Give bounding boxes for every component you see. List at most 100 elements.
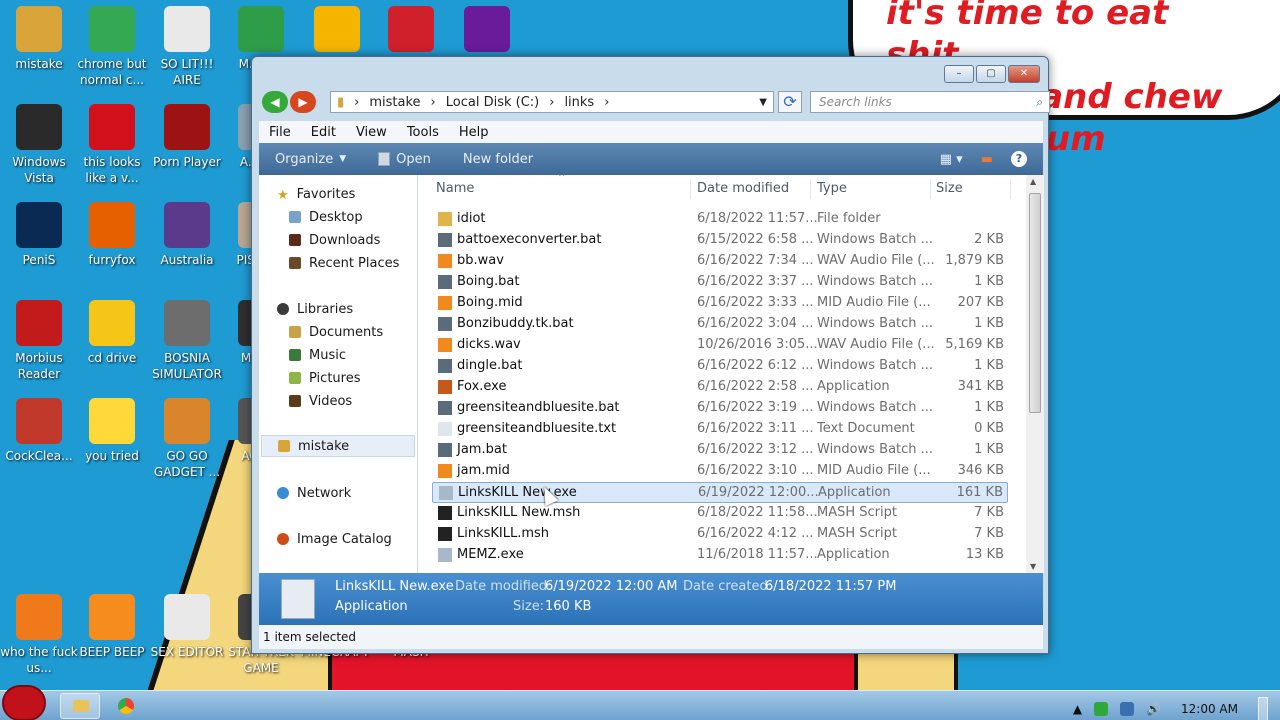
menu-view[interactable]: View	[346, 125, 397, 140]
column-separator[interactable]	[690, 179, 691, 199]
nav-downloads[interactable]: Downloads	[289, 229, 417, 251]
desktop-icon-25[interactable]: SEX EDITOR	[148, 594, 226, 660]
folder-icon: ▮	[337, 94, 345, 110]
desktop-icon-4[interactable]	[298, 6, 376, 56]
menu-file[interactable]: File	[259, 125, 301, 140]
scroll-down-icon[interactable]: ▼	[1030, 562, 1036, 571]
file-row[interactable]: Jam.bat 6/16/2022 3:12 ... Windows Batch .…	[432, 440, 1008, 461]
nav-music[interactable]: Music	[289, 344, 417, 366]
desktop-icon-20[interactable]: you tried	[73, 398, 151, 464]
address-bar[interactable]: ▮ › mistake › Local Disk (C:) › links › …	[330, 91, 774, 113]
taskbar-explorer[interactable]	[60, 693, 100, 719]
organize-button[interactable]: Organize ▼	[259, 152, 362, 167]
column-type[interactable]: Type	[817, 181, 847, 196]
minimize-button[interactable]: –	[944, 65, 974, 83]
file-row[interactable]: jam.mid 6/16/2022 3:10 ... MID Audio File …	[432, 461, 1008, 482]
file-name: MEMZ.exe	[457, 547, 524, 562]
tray-arrow-icon[interactable]: ▲	[1073, 702, 1082, 716]
command-bar-right: ▦ ▾ ▬ ?	[940, 151, 1043, 167]
search-icon[interactable]: ⌕	[1036, 95, 1043, 110]
desktop-icon-15[interactable]: Morbius Reader	[0, 300, 78, 382]
scroll-up-icon[interactable]: ▲	[1030, 177, 1036, 186]
file-row[interactable]: battoexeconverter.bat 6/15/2022 6:58 ... W…	[432, 230, 1008, 251]
menu-edit[interactable]: Edit	[301, 125, 346, 140]
nav-network[interactable]: Network	[277, 482, 417, 504]
address-dropdown-icon[interactable]: ▼	[759, 97, 767, 108]
menu-help[interactable]: Help	[449, 125, 499, 140]
new-folder-button[interactable]: New folder	[447, 152, 549, 167]
clock[interactable]: 12:00 AM	[1173, 702, 1246, 716]
refresh-button[interactable]: ⟳	[778, 91, 802, 113]
breadcrumb-local-disk[interactable]: Local Disk (C:)	[446, 95, 539, 110]
file-row[interactable]: dingle.bat 6/16/2022 6:12 ... Windows Batc…	[432, 356, 1008, 377]
desktop-icon-9[interactable]: Porn Player	[148, 104, 226, 170]
column-separator[interactable]	[930, 179, 931, 199]
desktop-icon-23[interactable]: who the fuck us...	[0, 594, 78, 676]
network-icon[interactable]	[1120, 702, 1135, 716]
column-name[interactable]: Name	[436, 181, 474, 196]
nav-videos[interactable]: Videos	[289, 390, 417, 412]
nav-mistake[interactable]: mistake	[261, 435, 415, 457]
column-separator[interactable]	[1010, 179, 1011, 199]
desktop-icon-17[interactable]: BOSNIA SIMULATOR	[148, 300, 226, 382]
scrollbar-thumb[interactable]	[1029, 193, 1041, 413]
maximize-button[interactable]: ▢	[976, 65, 1006, 83]
desktop-icon-12[interactable]: furryfox	[73, 202, 151, 268]
start-button[interactable]	[2, 685, 46, 720]
nav-favorites[interactable]: ★ Favorites	[277, 183, 417, 205]
desktop-icon-11[interactable]: PeniS	[0, 202, 78, 268]
file-row[interactable]: LinksKILL.msh 6/16/2022 4:12 ... MASH Scri…	[432, 524, 1008, 545]
file-row[interactable]: Boing.bat 6/16/2022 3:37 ... Windows Batch…	[432, 272, 1008, 293]
desktop-icon-24[interactable]: BEEP BEEP	[73, 594, 151, 660]
file-row[interactable]: dicks.wav 10/26/2016 3:05... WAV Audio Fil…	[432, 335, 1008, 356]
vertical-scrollbar[interactable]: ▲ ▼	[1026, 175, 1044, 573]
chrome-icon[interactable]	[118, 698, 134, 714]
column-separator[interactable]	[810, 179, 811, 199]
file-row[interactable]: LinksKILL New.msh 6/18/2022 11:58... MASH …	[432, 503, 1008, 524]
file-row[interactable]: LinksKILL New.exe 6/19/2022 12:00... Appli…	[432, 482, 1008, 503]
search-input[interactable]: Search links ⌕	[810, 91, 1050, 113]
nav-libraries[interactable]: Libraries	[277, 298, 417, 320]
file-row[interactable]: Bonzibuddy.tk.bat 6/16/2022 3:04 ... Windo…	[432, 314, 1008, 335]
column-size[interactable]: Size	[936, 181, 963, 196]
column-date[interactable]: Date modified	[697, 181, 789, 196]
desktop-icon-7[interactable]: Windows Vista	[0, 104, 78, 186]
close-button[interactable]: ✕	[1008, 65, 1040, 83]
file-row[interactable]: MEMZ.exe 11/6/2018 11:57... Application 13 …	[432, 545, 1008, 566]
desktop-icon-21[interactable]: GO GO GADGET ...	[148, 398, 226, 480]
desktop-icon-8[interactable]: this looks like a v...	[73, 104, 151, 186]
desktop-icon-13[interactable]: Australia	[148, 202, 226, 268]
open-button[interactable]: Open	[362, 152, 447, 167]
tray-green-icon[interactable]	[1094, 702, 1109, 716]
file-size: 1 KB	[974, 400, 1004, 415]
file-row[interactable]: idiot 6/18/2022 11:57... File folder	[432, 209, 1008, 230]
breadcrumb-mistake[interactable]: mistake	[369, 95, 420, 110]
file-row[interactable]: Boing.mid 6/16/2022 3:33 ... MID Audio Fil…	[432, 293, 1008, 314]
preview-pane-icon[interactable]: ▬	[981, 152, 993, 167]
desktop-icon-0[interactable]: mistake	[0, 6, 78, 72]
help-icon[interactable]: ?	[1011, 151, 1027, 167]
file-row[interactable]: Fox.exe 6/16/2022 2:58 ... Application 341 …	[432, 377, 1008, 398]
file-row[interactable]: bb.wav 6/16/2022 7:34 ... WAV Audio File (…	[432, 251, 1008, 272]
back-button[interactable]: ◀	[262, 91, 288, 113]
desktop-icon-1[interactable]: chrome but normal c...	[73, 6, 151, 88]
details-date-modified-label: Date modified:	[455, 579, 552, 594]
nav-documents[interactable]: Documents	[289, 321, 417, 343]
menu-tools[interactable]: Tools	[397, 125, 449, 140]
nav-desktop[interactable]: Desktop	[289, 206, 417, 228]
desktop-icon-5[interactable]	[372, 6, 450, 56]
breadcrumb-links[interactable]: links	[564, 95, 594, 110]
forward-button[interactable]: ▶	[290, 91, 316, 113]
desktop-icon-6[interactable]	[448, 6, 526, 56]
desktop-icon-2[interactable]: SO LIT!!! AIRE	[148, 6, 226, 88]
nav-pictures[interactable]: Pictures	[289, 367, 417, 389]
desktop-icon-16[interactable]: cd drive	[73, 300, 151, 366]
file-row[interactable]: greensiteandbluesite.txt 6/16/2022 3:11 .…	[432, 419, 1008, 440]
nav-image-catalog[interactable]: Image Catalog	[277, 528, 417, 550]
desktop-icon-19[interactable]: CockClea...	[0, 398, 78, 464]
views-icon[interactable]: ▦ ▾	[940, 152, 963, 167]
volume-icon[interactable]: 🔊	[1146, 702, 1161, 716]
file-row[interactable]: greensiteandbluesite.bat 6/16/2022 3:19 .…	[432, 398, 1008, 419]
show-desktop-button[interactable]	[1258, 697, 1268, 720]
nav-recent-places[interactable]: Recent Places	[289, 252, 417, 274]
